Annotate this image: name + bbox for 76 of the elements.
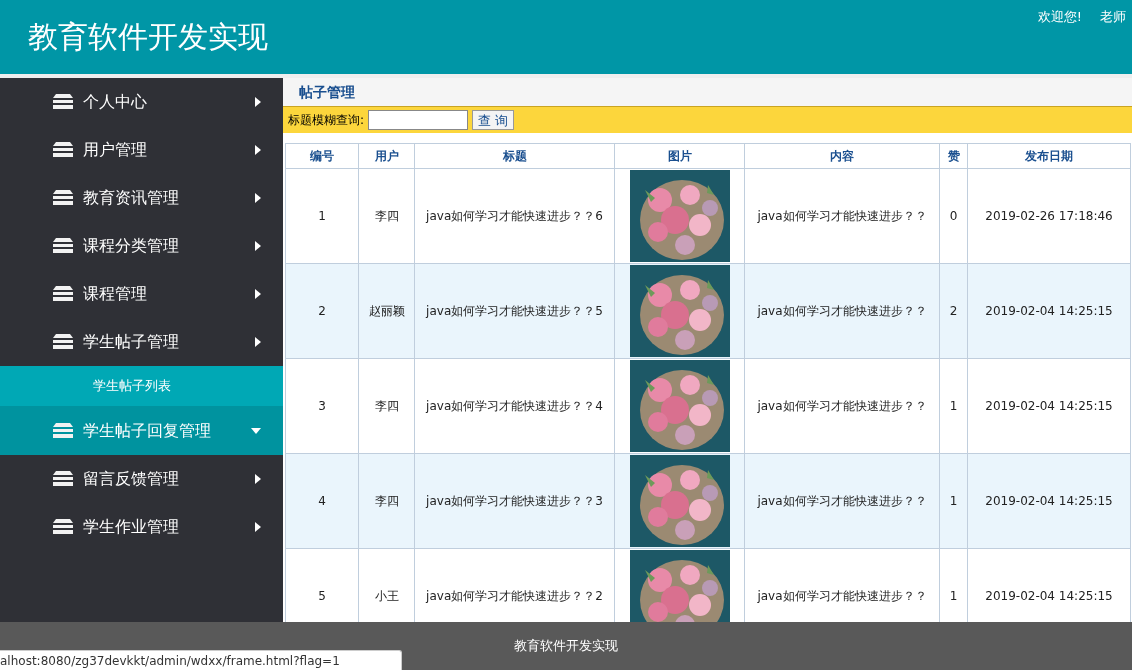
sidebar-item[interactable]: 学生帖子管理 xyxy=(0,318,283,366)
column-header: 标题 xyxy=(414,143,615,169)
panel-title: 帖子管理 xyxy=(299,82,355,102)
caret-right-icon xyxy=(255,241,261,251)
sidebar-label: 课程分类管理 xyxy=(83,235,180,257)
sidebar-label: 个人中心 xyxy=(83,91,148,113)
column-header: 用户 xyxy=(358,143,415,169)
caret-right-icon xyxy=(255,522,261,532)
table-cell: 4 xyxy=(285,453,359,549)
welcome-text: 欢迎您! xyxy=(1037,8,1082,26)
table-cell: java如何学习才能快速进步？？4 xyxy=(414,358,615,454)
table-cell: 2019-02-26 17:18:46 xyxy=(967,168,1131,264)
sidebar-label: 课程管理 xyxy=(83,283,148,305)
table-cell: 1 xyxy=(939,453,968,549)
sidebar-item[interactable]: 课程分类管理 xyxy=(0,222,283,270)
caret-right-icon xyxy=(255,145,261,155)
stack-icon xyxy=(52,519,74,535)
app-title: 教育软件开发实现 xyxy=(27,22,268,52)
table-cell: java如何学习才能快速进步？？5 xyxy=(414,263,615,359)
sidebar-label: 留言反馈管理 xyxy=(83,468,180,490)
table-cell: java如何学习才能快速进步？？3 xyxy=(414,453,615,549)
table-cell: java如何学习才能快速进步？？ xyxy=(744,358,940,454)
column-header: 内容 xyxy=(744,143,940,169)
sidebar-item[interactable]: 留言反馈管理 xyxy=(0,455,283,503)
column-header: 编号 xyxy=(285,143,359,169)
stack-icon xyxy=(52,422,74,439)
table-cell: java如何学习才能快速进步？？6 xyxy=(414,168,615,264)
search-button[interactable]: 查 询 xyxy=(472,110,515,130)
sidebar-item[interactable]: 学生帖子回复管理 xyxy=(0,406,283,455)
table-cell: 0 xyxy=(939,168,968,264)
column-header: 图片 xyxy=(614,143,745,169)
caret-right-icon xyxy=(255,193,261,203)
sidebar-item[interactable]: 课程管理 xyxy=(0,270,283,318)
column-header: 赞 xyxy=(939,143,968,169)
caret-down-icon xyxy=(251,427,261,434)
footer-text: 教育软件开发实现 xyxy=(514,637,618,656)
sidebar-item[interactable]: 用户管理 xyxy=(0,126,283,174)
table-cell: 3 xyxy=(285,358,359,454)
stack-icon xyxy=(52,190,74,206)
table-cell: 李四 xyxy=(358,453,415,549)
table-cell: java如何学习才能快速进步？？ xyxy=(744,263,940,359)
table-cell: 2 xyxy=(285,263,359,359)
stack-icon xyxy=(52,142,74,158)
column-header: 发布日期 xyxy=(967,143,1131,169)
table-cell: java如何学习才能快速进步？？ xyxy=(744,453,940,549)
sidebar-label: 用户管理 xyxy=(83,139,148,161)
sidebar-item[interactable]: 个人中心 xyxy=(0,78,283,126)
table-cell: 2019-02-04 14:25:15 xyxy=(967,358,1131,454)
table-cell: 1 xyxy=(285,168,359,264)
table-cell: 赵丽颖 xyxy=(358,263,415,359)
stack-icon xyxy=(52,286,74,302)
table-cell: 2 xyxy=(939,263,968,359)
status-url-tooltip: alhost:8080/zg37devkkt/admin/wdxx/frame.html?flag=1 xyxy=(0,650,402,670)
table-cell: 1 xyxy=(939,358,968,454)
table-cell: 2019-02-04 14:25:15 xyxy=(967,263,1131,359)
table-cell: 李四 xyxy=(358,168,415,264)
sidebar-item[interactable]: 学生作业管理 xyxy=(0,503,283,551)
user-name: 老师 xyxy=(1100,8,1127,26)
sidebar-label: 学生作业管理 xyxy=(83,516,180,538)
sidebar-label: 学生帖子回复管理 xyxy=(83,419,212,442)
caret-right-icon xyxy=(255,337,261,347)
search-label: 标题模糊查询: xyxy=(288,112,365,129)
sidebar-label: 学生帖子管理 xyxy=(83,331,180,353)
caret-right-icon xyxy=(255,97,261,107)
caret-right-icon xyxy=(255,474,261,484)
table-cell: 李四 xyxy=(358,358,415,454)
stack-icon xyxy=(52,471,74,487)
stack-icon xyxy=(52,238,74,254)
stack-icon xyxy=(52,94,74,110)
caret-right-icon xyxy=(255,289,261,299)
stack-icon xyxy=(52,334,74,350)
sidebar-label: 教育资讯管理 xyxy=(83,187,180,209)
sidebar-item[interactable]: 教育资讯管理 xyxy=(0,174,283,222)
table-cell: 2019-02-04 14:25:15 xyxy=(967,453,1131,549)
search-field[interactable] xyxy=(368,110,469,130)
table-cell: java如何学习才能快速进步？？ xyxy=(744,168,940,264)
